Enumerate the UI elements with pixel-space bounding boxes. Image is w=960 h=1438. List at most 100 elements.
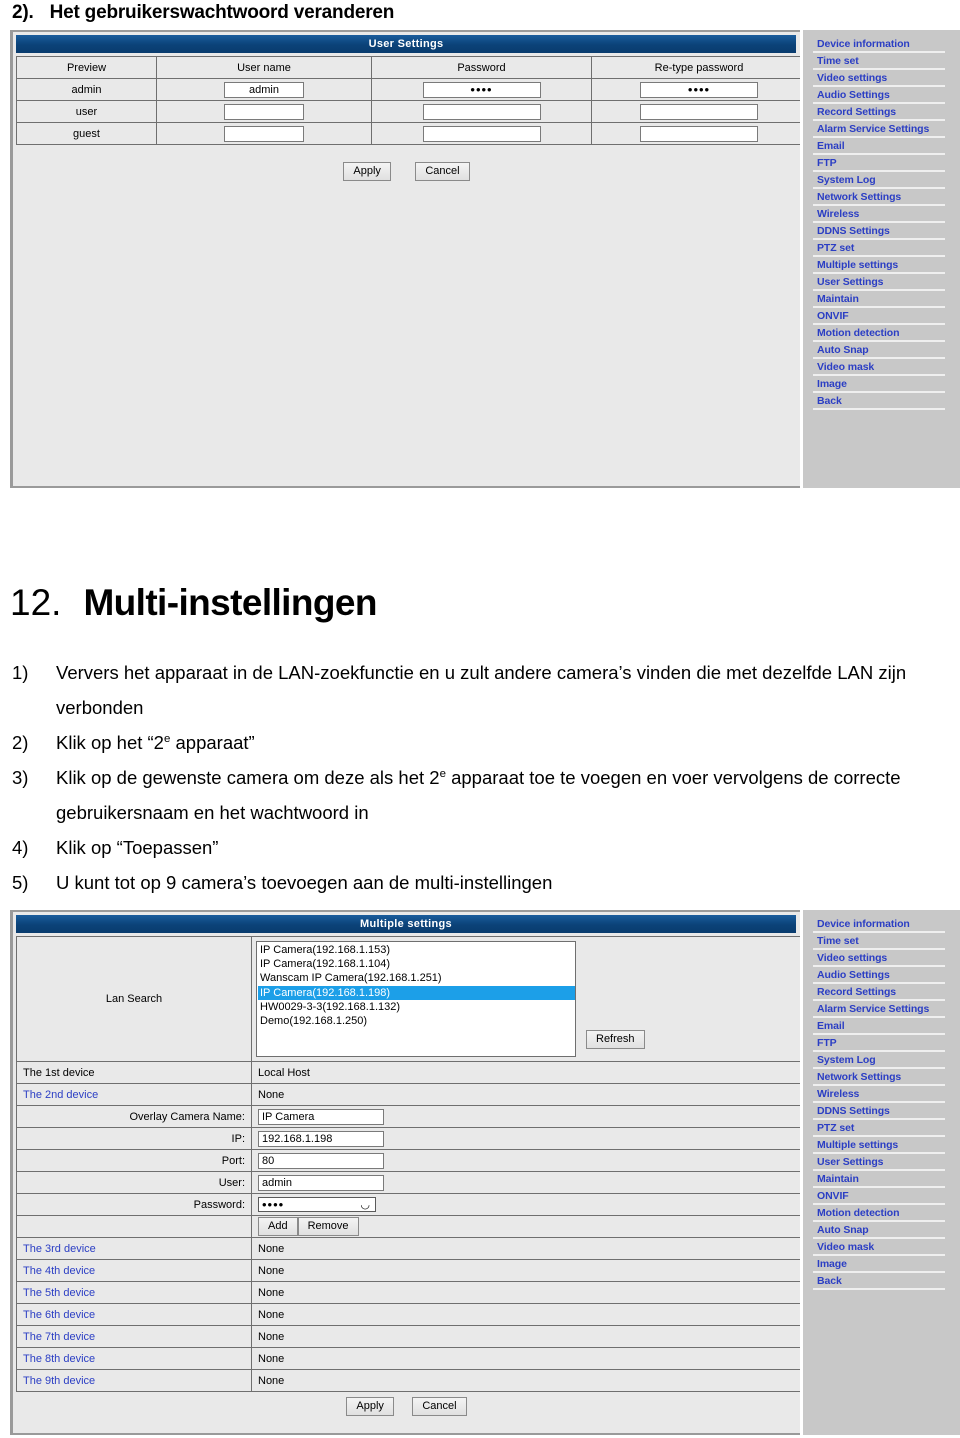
device-2-link[interactable]: The 2nd device — [16, 1083, 252, 1106]
password-input[interactable]: •••• ◡ — [258, 1197, 376, 1212]
menu-item-ptz-set[interactable]: PTZ set — [813, 240, 945, 257]
device-3-value: None — [251, 1237, 800, 1260]
apply-button[interactable]: Apply — [343, 162, 391, 181]
menu-item-device-information[interactable]: Device information — [813, 916, 945, 933]
password-input-guest[interactable] — [422, 125, 541, 142]
list-item[interactable]: HW0029-3-3(192.168.1.132) — [258, 1000, 575, 1014]
menu-item-user-settings[interactable]: User Settings — [813, 1154, 945, 1171]
menu-item-back[interactable]: Back — [813, 393, 945, 410]
menu-item-alarm-service-settings[interactable]: Alarm Service Settings — [813, 1001, 945, 1018]
menu-item-auto-snap[interactable]: Auto Snap — [813, 342, 945, 359]
instruction-steps: 1) Ververs het apparaat in de LAN-zoekfu… — [12, 655, 947, 900]
menu-item-ftp[interactable]: FTP — [813, 1035, 945, 1052]
menu-item-system-log[interactable]: System Log — [813, 172, 945, 189]
device-6-link[interactable]: The 6th device — [16, 1303, 252, 1326]
overlay-camera-name-input[interactable]: IP Camera — [258, 1108, 384, 1125]
step-text: Klik op het “2e apparaat” — [56, 725, 947, 760]
step-text-before: U kunt tot op 9 camera’s toevoegen aan d… — [56, 872, 553, 893]
step-text-before: Klik op de gewenste camera om deze als h… — [56, 767, 440, 788]
row-label-admin: admin — [16, 78, 157, 101]
menu-item-record-settings[interactable]: Record Settings — [813, 104, 945, 121]
menu-item-device-information[interactable]: Device information — [813, 36, 945, 53]
password-input-admin[interactable]: •••• — [422, 81, 541, 98]
menu-item-ftp[interactable]: FTP — [813, 155, 945, 172]
device-4-link[interactable]: The 4th device — [16, 1259, 252, 1282]
menu-item-video-mask[interactable]: Video mask — [813, 359, 945, 376]
menu-item-image[interactable]: Image — [813, 376, 945, 393]
menu-item-video-mask[interactable]: Video mask — [813, 1239, 945, 1256]
retype-input-user[interactable] — [640, 103, 758, 120]
menu-item-time-set[interactable]: Time set — [813, 53, 945, 70]
device-1-label: The 1st device — [16, 1061, 252, 1084]
menu-item-network-settings[interactable]: Network Settings — [813, 1069, 945, 1086]
menu-item-motion-detection[interactable]: Motion detection — [813, 1205, 945, 1222]
menu-item-video-settings[interactable]: Video settings — [813, 950, 945, 967]
list-item[interactable]: IP Camera(192.168.1.153) — [258, 943, 575, 957]
port-label: Port: — [16, 1149, 252, 1172]
lan-device-listbox[interactable]: IP Camera(192.168.1.153) IP Camera(192.1… — [256, 941, 576, 1057]
menu-item-ddns-settings[interactable]: DDNS Settings — [813, 223, 945, 240]
user-row: User: admin — [16, 1171, 800, 1194]
menu-item-maintain[interactable]: Maintain — [813, 291, 945, 308]
retype-input-admin[interactable]: •••• — [640, 81, 758, 98]
menu-item-email[interactable]: Email — [813, 138, 945, 155]
device-8-link[interactable]: The 8th device — [16, 1347, 252, 1370]
menu-item-multiple-settings[interactable]: Multiple settings — [813, 1137, 945, 1154]
cancel-button[interactable]: Cancel — [412, 1397, 467, 1416]
apply-button[interactable]: Apply — [346, 1397, 394, 1416]
menu-item-video-settings[interactable]: Video settings — [813, 70, 945, 87]
menu-item-system-log[interactable]: System Log — [813, 1052, 945, 1069]
autocomplete-dropdown-icon[interactable]: ◡ — [360, 1199, 370, 1211]
username-input-guest[interactable] — [224, 125, 304, 142]
user-settings-panel: User Settings Preview User name Password… — [10, 30, 800, 488]
menu-item-onvif[interactable]: ONVIF — [813, 308, 945, 325]
remove-button[interactable]: Remove — [297, 1217, 359, 1236]
add-button[interactable]: Add — [258, 1217, 298, 1236]
port-input[interactable]: 80 — [258, 1152, 384, 1169]
ip-input[interactable]: 192.168.1.198 — [258, 1130, 384, 1147]
device-3-link[interactable]: The 3rd device — [16, 1237, 252, 1260]
device-5-link[interactable]: The 5th device — [16, 1281, 252, 1304]
menu-item-audio-settings[interactable]: Audio Settings — [813, 87, 945, 104]
menu-item-ptz-set[interactable]: PTZ set — [813, 1120, 945, 1137]
menu-item-wireless[interactable]: Wireless — [813, 206, 945, 223]
table-row: user — [16, 100, 800, 123]
refresh-button[interactable]: Refresh — [586, 1030, 645, 1049]
step-marker: 2) — [12, 732, 29, 753]
menu-item-image[interactable]: Image — [813, 1256, 945, 1273]
menu-item-auto-snap[interactable]: Auto Snap — [813, 1222, 945, 1239]
menu-item-ddns-settings[interactable]: DDNS Settings — [813, 1103, 945, 1120]
table-row: admin admin •••• •••• — [16, 78, 800, 101]
port-row: Port: 80 — [16, 1149, 800, 1172]
list-item[interactable]: IP Camera(192.168.1.104) — [258, 957, 575, 971]
menu-item-user-settings[interactable]: User Settings — [813, 274, 945, 291]
cancel-button[interactable]: Cancel — [415, 162, 470, 181]
menu-item-back[interactable]: Back — [813, 1273, 945, 1290]
menu-item-onvif[interactable]: ONVIF — [813, 1188, 945, 1205]
menu-item-audio-settings[interactable]: Audio Settings — [813, 967, 945, 984]
menu-item-motion-detection[interactable]: Motion detection — [813, 325, 945, 342]
retype-input-guest[interactable] — [640, 125, 758, 142]
device-2-value: None — [251, 1083, 800, 1106]
menu-item-record-settings[interactable]: Record Settings — [813, 984, 945, 1001]
menu-item-network-settings[interactable]: Network Settings — [813, 189, 945, 206]
list-item-selected[interactable]: IP Camera(192.168.1.198) — [258, 985, 575, 1000]
menu-item-time-set[interactable]: Time set — [813, 933, 945, 950]
menu-item-email[interactable]: Email — [813, 1018, 945, 1035]
menu-item-alarm-service-settings[interactable]: Alarm Service Settings — [813, 121, 945, 138]
menu-item-wireless[interactable]: Wireless — [813, 1086, 945, 1103]
menu-item-multiple-settings[interactable]: Multiple settings — [813, 257, 945, 274]
list-item[interactable]: Wanscam IP Camera(192.168.1.251) — [258, 971, 575, 985]
username-input-admin[interactable]: admin — [224, 81, 304, 98]
username-input-user[interactable] — [224, 103, 304, 120]
retype-cell: •••• — [591, 78, 800, 101]
device-row-9: The 9th device None — [16, 1369, 800, 1392]
multiple-settings-buttons: Apply Cancel — [13, 1392, 800, 1416]
list-item[interactable]: Demo(192.168.1.250) — [258, 1014, 575, 1028]
menu-item-maintain[interactable]: Maintain — [813, 1171, 945, 1188]
multiple-settings-screenshot: Multiple settings Lan Search IP Camera(1… — [10, 910, 960, 1435]
device-7-link[interactable]: The 7th device — [16, 1325, 252, 1348]
password-input-user[interactable] — [422, 103, 541, 120]
device-9-link[interactable]: The 9th device — [16, 1369, 252, 1392]
user-input[interactable]: admin — [258, 1174, 384, 1191]
